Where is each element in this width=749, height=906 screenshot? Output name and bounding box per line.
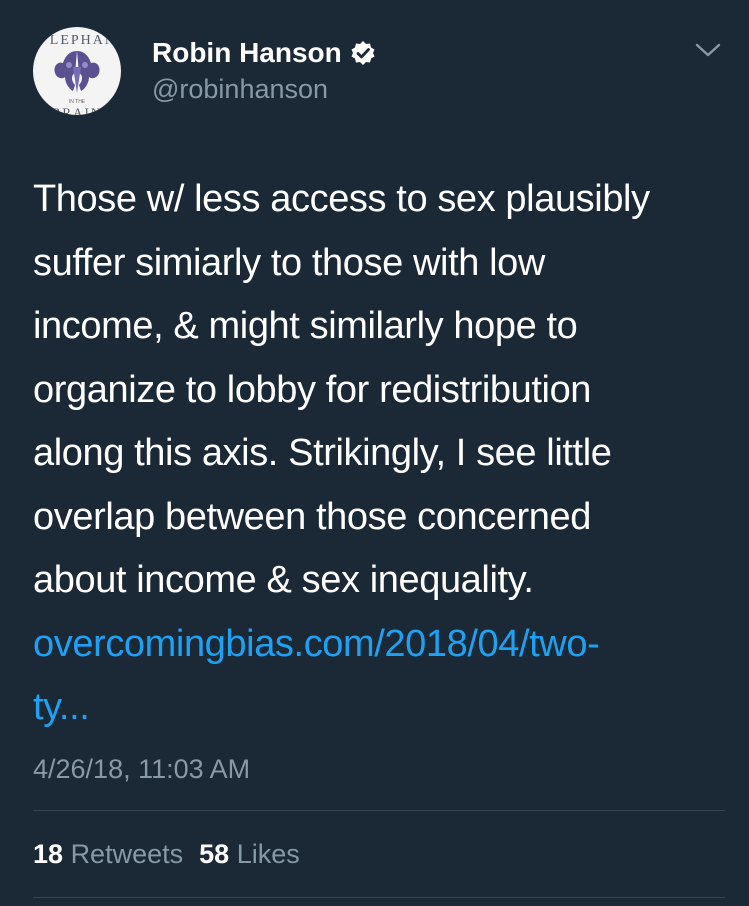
retweets-label: Retweets — [70, 839, 184, 869]
tweet-stats: 18 Retweets 58 Likes — [33, 838, 300, 870]
tweet-text-line: overlap between those concerned — [33, 495, 591, 538]
tweet-text-line: income, & might similarly hope to — [33, 305, 578, 347]
likes-count: 58 — [199, 839, 230, 869]
tweet-link[interactable]: overcomingbias.com/2018/04/two- — [33, 613, 723, 677]
tweet-text-line: about income & sex inequality. — [33, 559, 534, 601]
tweet-link-continuation[interactable]: ty... — [33, 676, 723, 740]
author-name-row: Robin Hanson — [152, 37, 376, 69]
elephant-brain-art — [54, 51, 100, 93]
retweets-count: 18 — [33, 839, 64, 869]
avatar[interactable]: LEPHAN IN THE BRAIN — [33, 27, 121, 115]
tweet-text-line: Those w/ less access to sex plausibly — [33, 178, 650, 220]
author-display-name[interactable]: Robin Hanson — [152, 37, 342, 69]
avatar-bottom-text: BRAIN — [51, 105, 103, 115]
likes-stat[interactable]: 58 Likes — [199, 838, 300, 870]
tweet-text-line: along this axis. Strikingly, I see littl… — [33, 432, 612, 474]
chevron-down-icon[interactable] — [695, 42, 721, 58]
retweets-stat[interactable]: 18 Retweets — [33, 838, 183, 870]
tweet-text-line: suffer simiarly to those with low — [33, 241, 545, 284]
author-handle[interactable]: @robinhanson — [152, 73, 328, 105]
divider — [33, 810, 725, 811]
divider — [33, 897, 725, 898]
tweet-timestamp[interactable]: 4/26/18, 11:03 AM — [33, 753, 250, 785]
likes-label: Likes — [236, 839, 300, 869]
tweet-text-line: organize to lobby for redistribution — [33, 368, 592, 411]
verified-badge-icon — [350, 40, 376, 66]
tweet-text: Those w/ less access to sex plausibly su… — [33, 168, 723, 740]
